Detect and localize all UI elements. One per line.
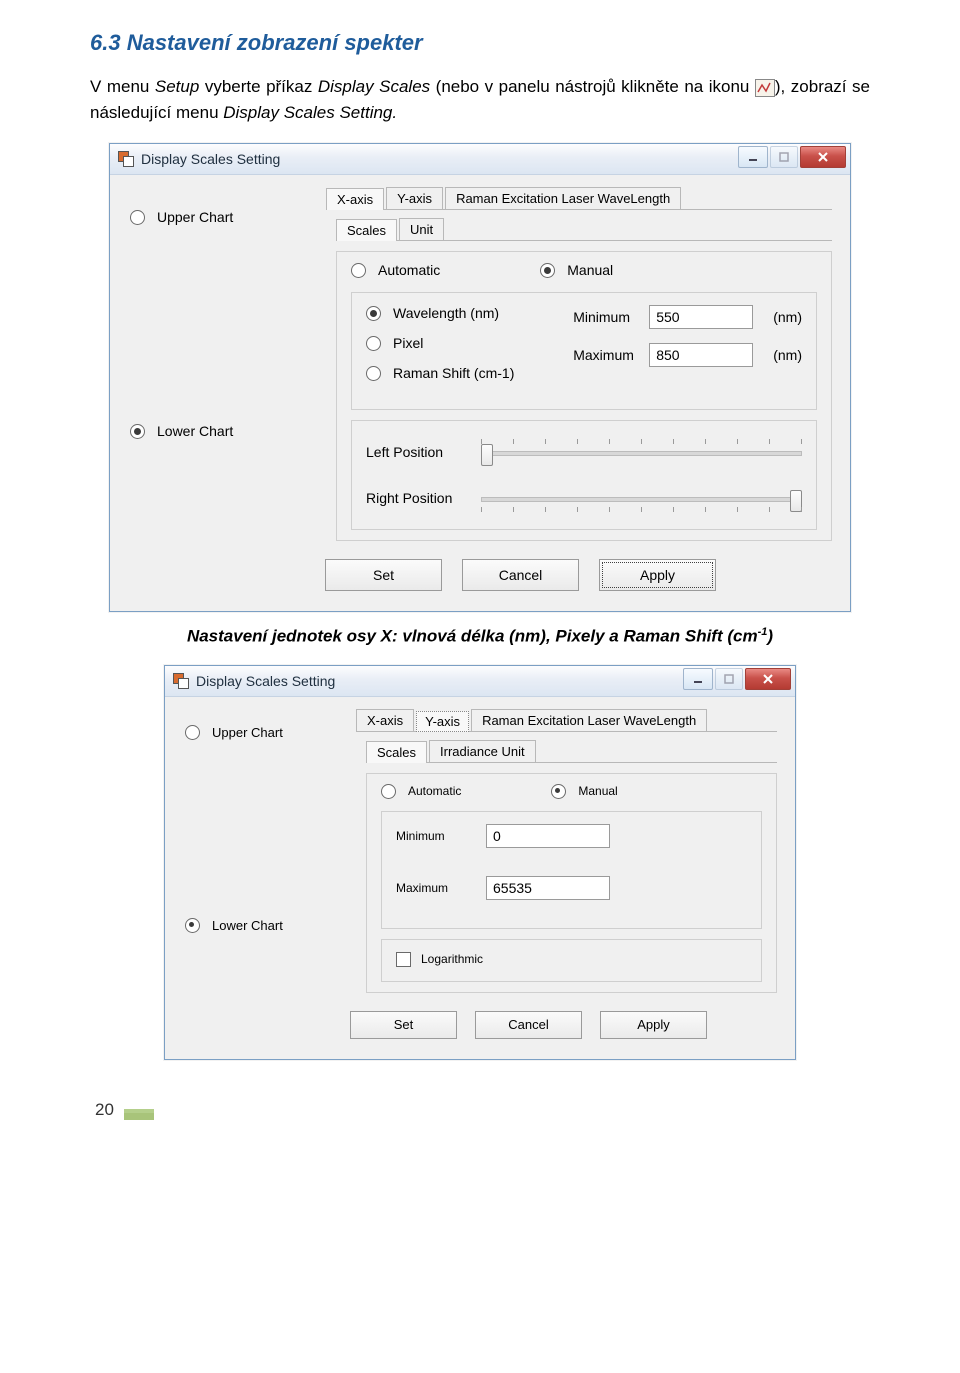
set-button[interactable]: Set — [350, 1011, 457, 1039]
label-maximum: Maximum — [573, 347, 649, 363]
minimize-button[interactable] — [683, 668, 713, 690]
intro-paragraph: V menu Setup vyberte příkaz Display Scal… — [90, 74, 870, 125]
subtab-scales[interactable]: Scales — [336, 219, 397, 241]
tab-raman-laser[interactable]: Raman Excitation Laser WaveLength — [471, 709, 707, 731]
unit-min: (nm) — [773, 309, 802, 325]
tab-yaxis[interactable]: Y-axis — [386, 187, 443, 209]
window-title: Display Scales Setting — [141, 151, 280, 167]
label-minimum: Minimum — [573, 309, 649, 325]
radio-upper-chart[interactable]: Upper Chart — [185, 725, 350, 740]
set-button[interactable]: Set — [325, 559, 442, 591]
slider-right-position[interactable] — [481, 485, 802, 511]
tab-raman-laser[interactable]: Raman Excitation Laser WaveLength — [445, 187, 681, 209]
window-title: Display Scales Setting — [196, 673, 335, 689]
page-number: 20 — [95, 1100, 114, 1120]
radio-wavelength[interactable]: Wavelength (nm) — [366, 305, 573, 321]
input-minimum[interactable] — [486, 824, 610, 848]
radio-upper-chart[interactable]: Upper Chart — [130, 209, 320, 225]
tab-yaxis[interactable]: Y-axis — [416, 711, 469, 732]
unit-max: (nm) — [773, 347, 802, 363]
cancel-button[interactable]: Cancel — [462, 559, 579, 591]
checkbox-logarithmic[interactable]: Logarithmic — [396, 952, 747, 967]
radio-automatic[interactable]: Automatic — [381, 784, 461, 799]
titlebar: Display Scales Setting — [110, 144, 850, 175]
maximize-button[interactable] — [770, 146, 798, 168]
footer-accent-bar — [124, 1109, 154, 1120]
radio-automatic[interactable]: Automatic — [351, 262, 440, 278]
input-maximum[interactable] — [649, 343, 753, 367]
maximize-button[interactable] — [715, 668, 743, 690]
subtab-unit[interactable]: Unit — [399, 218, 444, 240]
titlebar: Display Scales Setting — [165, 666, 795, 697]
radio-lower-chart[interactable]: Lower Chart — [185, 918, 350, 933]
tab-xaxis[interactable]: X-axis — [356, 709, 414, 731]
radio-manual[interactable]: Manual — [540, 262, 613, 278]
app-icon — [173, 673, 189, 689]
main-tabs: X-axis Y-axis Raman Excitation Laser Wav… — [326, 185, 832, 210]
sub-tabs: Scales Unit — [336, 218, 832, 241]
subtab-irradiance-unit[interactable]: Irradiance Unit — [429, 740, 536, 762]
caption-xaxis-units: Nastavení jednotek osy X: vlnová délka (… — [90, 626, 870, 647]
subtab-scales[interactable]: Scales — [366, 741, 427, 763]
main-tabs: X-axis Y-axis Raman Excitation Laser Wav… — [356, 707, 777, 732]
radio-raman-shift[interactable]: Raman Shift (cm-1) — [366, 365, 573, 381]
input-maximum[interactable] — [486, 876, 610, 900]
display-scales-toolbar-icon — [755, 79, 775, 97]
section-heading: 6.3 Nastavení zobrazení spekter — [90, 30, 870, 56]
radio-manual[interactable]: Manual — [551, 784, 617, 799]
label-maximum: Maximum — [396, 881, 486, 895]
radio-lower-chart[interactable]: Lower Chart — [130, 423, 320, 439]
label-minimum: Minimum — [396, 829, 486, 843]
display-scales-dialog-xaxis: Display Scales Setting Upper Chart Lower… — [109, 143, 851, 612]
display-scales-dialog-yaxis: Display Scales Setting Upper Chart Lower… — [164, 665, 796, 1060]
slider-left-position[interactable] — [481, 439, 802, 465]
apply-button[interactable]: Apply — [599, 559, 716, 591]
label-left-position: Left Position — [366, 444, 481, 460]
label-right-position: Right Position — [366, 490, 481, 506]
sub-tabs: Scales Irradiance Unit — [366, 740, 777, 763]
app-icon — [118, 151, 134, 167]
tab-xaxis[interactable]: X-axis — [326, 188, 384, 210]
cancel-button[interactable]: Cancel — [475, 1011, 582, 1039]
close-button[interactable] — [800, 146, 846, 168]
input-minimum[interactable] — [649, 305, 753, 329]
close-button[interactable] — [745, 668, 791, 690]
apply-button[interactable]: Apply — [600, 1011, 707, 1039]
minimize-button[interactable] — [738, 146, 768, 168]
radio-pixel[interactable]: Pixel — [366, 335, 573, 351]
